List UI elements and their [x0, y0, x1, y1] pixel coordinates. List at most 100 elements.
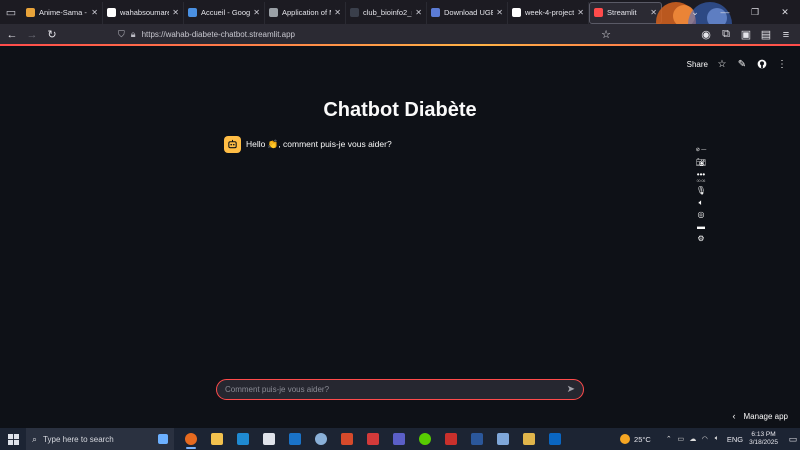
reload-icon[interactable]: ↻: [42, 25, 62, 45]
file-explorer-icon[interactable]: [204, 428, 230, 450]
store-icon[interactable]: [256, 428, 282, 450]
r-icon[interactable]: [308, 428, 334, 450]
hamburger-menu-icon[interactable]: ≡: [776, 25, 796, 45]
tab-close-icon[interactable]: ✕: [577, 8, 584, 17]
windows-start-icon[interactable]: [0, 428, 26, 450]
search-icon: ⌕: [32, 433, 38, 444]
teams-icon[interactable]: [386, 428, 412, 450]
recording-timer: 00:06: [696, 179, 706, 183]
word-icon[interactable]: [464, 428, 490, 450]
bot-avatar-icon: [224, 136, 241, 153]
tab-title: club_bioinfo2_mappin: [363, 8, 412, 17]
vscode-icon[interactable]: [230, 428, 256, 450]
temperature: 25°C: [634, 434, 651, 444]
star-icon[interactable]: ☆: [716, 57, 728, 71]
system-tray: 25°C ⌃ ▭ ☁ ◠ 🔈︎ ENG 6:13 PM 3/18/2025 ▭: [620, 428, 800, 450]
tab-close-icon[interactable]: ✕: [91, 8, 98, 17]
tools-icon[interactable]: [516, 428, 542, 450]
tab-close-icon[interactable]: ✕: [334, 8, 341, 17]
tab-favicon-icon: [26, 8, 35, 17]
tab-title: Accueil - Google D: [201, 8, 251, 17]
tab-favicon-icon: [350, 8, 359, 17]
pocket-icon[interactable]: [616, 25, 696, 45]
tab-favicon-icon: [431, 8, 440, 17]
webcam-icon[interactable]: ◎: [698, 210, 705, 219]
tab-overview-icon[interactable]: ▭: [0, 0, 22, 24]
volume-icon[interactable]: 🔈︎: [711, 435, 723, 443]
reader-icon[interactable]: ▤: [756, 25, 776, 45]
tab-close-icon[interactable]: ✕: [172, 8, 179, 17]
window-controls: ⌄ — ❐ ✕: [680, 0, 800, 24]
outlook-icon[interactable]: [282, 428, 308, 450]
screen-icon[interactable]: ▬: [697, 222, 705, 231]
url-text: https://wahab-diabete-chatbot.streamlit.…: [141, 30, 295, 39]
browser-tab[interactable]: Anime-Sama - Stream✕: [22, 1, 103, 24]
git-icon[interactable]: [334, 428, 360, 450]
duolingo-icon[interactable]: [412, 428, 438, 450]
streamlit-toolbar: Share ☆ ✎ ⋮: [687, 56, 788, 72]
maximize-button[interactable]: ❐: [740, 0, 770, 24]
search-highlight-icon: [158, 434, 168, 444]
minimize-button[interactable]: —: [710, 0, 740, 24]
wifi-icon[interactable]: ◠: [699, 435, 711, 443]
url-bar[interactable]: ⛉ 🔒︎ https://wahab-diabete-chatbot.strea…: [118, 27, 608, 42]
tab-list-chevron-icon[interactable]: ⌄: [680, 0, 710, 24]
forward-arrow-icon[interactable]: →: [22, 25, 42, 45]
browser-tab[interactable]: Application of Ma✕: [265, 1, 346, 24]
lock-icon: 🔒︎: [130, 29, 136, 39]
tab-title: Anime-Sama - Stream: [39, 8, 88, 17]
acrobat-icon[interactable]: [438, 428, 464, 450]
dots-icon[interactable]: ••• 00:06: [697, 170, 706, 183]
taskbar-search[interactable]: ⌕ Type here to search: [26, 428, 174, 450]
clock[interactable]: 6:13 PM 3/18/2025: [749, 431, 778, 448]
github-icon[interactable]: [756, 57, 768, 71]
tab-favicon-icon: [594, 8, 603, 17]
microphone-icon[interactable]: 🎙︎: [696, 186, 706, 195]
pencil-icon[interactable]: ✎: [736, 57, 748, 71]
close-window-button[interactable]: ✕: [770, 0, 800, 24]
linkedin-icon[interactable]: [542, 428, 568, 450]
browser-tab[interactable]: club_bioinfo2_mappin✕: [346, 1, 427, 24]
settings-gear-icon[interactable]: ⚙: [697, 234, 704, 243]
browser-tab[interactable]: Download UGENE✕: [427, 1, 508, 24]
assistant-message: Hello 👏, comment puis-je vous aider?: [224, 136, 392, 153]
manage-app-button[interactable]: ‹ Manage app: [733, 411, 788, 421]
browser-tab[interactable]: Streamlit ✕: [589, 1, 662, 24]
show-hidden-icons-icon[interactable]: ⌃: [663, 435, 675, 443]
share-button[interactable]: Share: [687, 60, 708, 69]
tab-title: Application of Ma: [282, 8, 331, 17]
send-icon[interactable]: ➤: [567, 384, 575, 395]
manage-app-label: Manage app: [743, 411, 788, 421]
bookmark-star-icon[interactable]: ☆: [596, 25, 616, 45]
chevron-left-icon: ‹: [732, 411, 736, 421]
battery-icon[interactable]: ▭: [675, 435, 687, 443]
mail-icon[interactable]: [360, 428, 386, 450]
speaker-icon[interactable]: 🔈︎: [699, 198, 704, 207]
browser-tab[interactable]: week-4-project-ta✕: [508, 1, 589, 24]
account-icon[interactable]: ◉: [696, 25, 716, 45]
tab-title: week-4-project-ta: [525, 8, 575, 17]
notifications-icon[interactable]: ▭: [786, 434, 800, 445]
chat-input-box[interactable]: ➤: [216, 379, 584, 400]
tab-close-icon[interactable]: ✕: [650, 8, 657, 17]
tab-close-icon[interactable]: ✕: [415, 8, 422, 17]
tab-close-icon[interactable]: ✕: [253, 8, 260, 17]
assistant-message-text: Hello 👏, comment puis-je vous aider?: [246, 139, 392, 149]
more-options-icon[interactable]: ⋮: [776, 57, 788, 71]
virtualbox-icon[interactable]: [490, 428, 516, 450]
lock-app-icon[interactable]: ▣: [736, 25, 756, 45]
back-arrow-icon[interactable]: ←: [2, 25, 22, 45]
camera-icon[interactable]: 📷︎: [696, 158, 706, 167]
extensions-icon[interactable]: ⧉: [716, 25, 736, 45]
language-indicator[interactable]: ENG: [727, 435, 743, 444]
tab-close-icon[interactable]: ✕: [496, 8, 503, 17]
firefox-icon[interactable]: [178, 428, 204, 450]
tab-title: Download UGENE: [444, 8, 493, 17]
sun-icon: [620, 434, 631, 444]
chat-input[interactable]: [225, 385, 567, 394]
onedrive-icon[interactable]: ☁: [687, 435, 699, 443]
browser-tab[interactable]: wahabsoumare ✕: [103, 1, 184, 24]
tab-favicon-icon: [269, 8, 278, 17]
weather-widget[interactable]: 25°C: [620, 434, 651, 444]
browser-tab[interactable]: Accueil - Google D✕: [184, 1, 265, 24]
